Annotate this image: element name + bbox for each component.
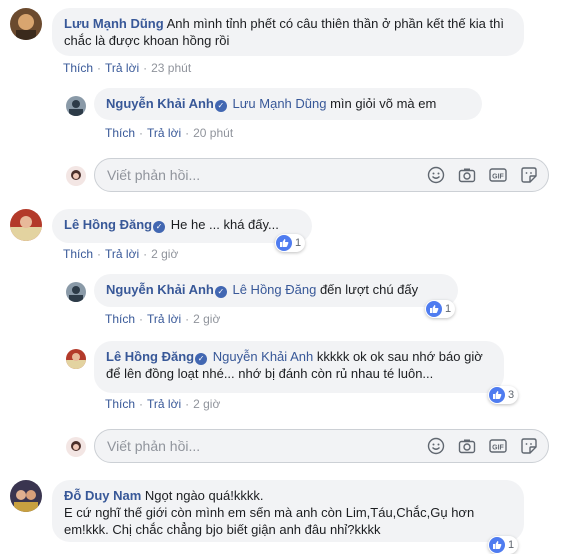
comment-author[interactable]: Nguyễn Khải Anh — [106, 282, 214, 297]
like-link[interactable]: Thích — [63, 247, 93, 261]
timestamp[interactable]: 2 giờ — [193, 397, 220, 411]
comment-bubble: Lê Hồng Đăng ✓ Nguyễn Khải Anh kkkkk ok o… — [94, 341, 504, 393]
avatar — [66, 437, 86, 457]
verified-badge-icon: ✓ — [195, 353, 208, 365]
like-reaction-icon — [276, 235, 292, 251]
like-link[interactable]: Thích — [105, 312, 135, 326]
timestamp[interactable]: 2 giờ — [151, 247, 178, 261]
comment-text: mìn giỏi võ mà em — [330, 96, 437, 111]
mention[interactable]: Nguyễn Khải Anh — [213, 349, 313, 364]
reply-link[interactable]: Trả lời — [105, 61, 139, 75]
comment-author[interactable]: Lưu Mạnh Dũng — [64, 16, 164, 31]
comment-author[interactable]: Lê Hồng Đăng — [64, 217, 152, 232]
like-reaction-icon — [426, 301, 442, 317]
comment-author[interactable]: Lê Hồng Đăng — [106, 349, 194, 364]
comment-bubble: Lưu Mạnh Dũng Anh mình tỉnh phết có câu … — [52, 8, 524, 56]
like-link[interactable]: Thích — [105, 126, 135, 140]
reply-composer[interactable]: Viết phản hồi... GIF — [94, 158, 549, 192]
like-reaction-icon — [489, 387, 505, 403]
avatar[interactable] — [66, 96, 86, 116]
comment-text: đến lượt chú đấy — [319, 282, 419, 297]
reaction-count[interactable]: 3 — [488, 386, 519, 404]
camera-icon[interactable] — [458, 437, 476, 455]
reaction-count[interactable]: 1 — [488, 536, 519, 554]
smiley-icon[interactable] — [427, 166, 445, 184]
reply-input[interactable]: Viết phản hồi... — [107, 167, 414, 183]
comment-actions: Thích · Trả lời · 2 giờ — [105, 312, 221, 326]
camera-icon[interactable] — [458, 166, 476, 184]
verified-badge-icon: ✓ — [214, 100, 227, 112]
comment-text: He he ... khá đấy... — [170, 217, 279, 232]
verified-badge-icon: ✓ — [153, 221, 166, 233]
timestamp[interactable]: 2 giờ — [193, 312, 220, 326]
like-link[interactable]: Thích — [63, 61, 93, 75]
verified-badge-icon: ✓ — [214, 286, 227, 298]
mention[interactable]: Lê Hồng Đăng — [232, 282, 316, 297]
comment-actions: Thích · Trả lời · 2 giờ — [63, 247, 179, 261]
comment-bubble: Nguyễn Khải Anh ✓ Lê Hồng Đăng đến lượt c… — [94, 274, 458, 307]
svg-text:GIF: GIF — [492, 445, 504, 452]
reply-link[interactable]: Trả lời — [147, 397, 181, 411]
comment-bubble: Nguyễn Khải Anh ✓ Lưu Mạnh Dũng mìn giỏi … — [94, 88, 482, 120]
comment-actions: Thích · Trả lời · 2 giờ — [105, 397, 221, 411]
gif-icon[interactable]: GIF — [489, 437, 507, 455]
reaction-count[interactable]: 1 — [275, 234, 306, 252]
reply-input[interactable]: Viết phản hồi... — [107, 438, 414, 454]
mention[interactable]: Lưu Mạnh Dũng — [232, 96, 326, 111]
reply-composer[interactable]: Viết phản hồi... GIF — [94, 429, 549, 463]
comment-text: E cứ nghĩ thế giới còn mình em sến mà an… — [64, 505, 475, 537]
comment-bubble: Lê Hồng Đăng ✓ He he ... khá đấy... — [52, 209, 312, 243]
smiley-icon[interactable] — [427, 437, 445, 455]
avatar[interactable] — [66, 349, 86, 369]
like-reaction-icon — [489, 537, 505, 553]
timestamp[interactable]: 20 phút — [193, 126, 233, 140]
gif-icon[interactable]: GIF — [489, 166, 507, 184]
avatar[interactable] — [10, 480, 42, 512]
svg-text:GIF: GIF — [492, 174, 504, 181]
reply-link[interactable]: Trả lời — [147, 312, 181, 326]
reply-link[interactable]: Trả lời — [105, 247, 139, 261]
avatar[interactable] — [66, 282, 86, 302]
reaction-count[interactable]: 1 — [425, 300, 456, 318]
avatar[interactable] — [10, 8, 42, 40]
avatar[interactable] — [10, 209, 42, 241]
sticker-icon[interactable] — [520, 166, 538, 184]
comment-actions: Thích · Trả lời · 23 phút — [63, 61, 192, 75]
avatar — [66, 166, 86, 186]
comment-bubble: Đỗ Duy Nam Ngọt ngào quá!kkkk. E cứ nghĩ… — [52, 480, 524, 542]
comment-actions: Thích · Trả lời · 20 phút — [105, 126, 234, 140]
comment-text: Ngọt ngào quá!kkkk. — [144, 488, 264, 503]
timestamp[interactable]: 23 phút — [151, 61, 191, 75]
comment-author[interactable]: Nguyễn Khải Anh — [106, 96, 214, 111]
like-link[interactable]: Thích — [105, 397, 135, 411]
reply-link[interactable]: Trả lời — [147, 126, 181, 140]
sticker-icon[interactable] — [520, 437, 538, 455]
comment-author[interactable]: Đỗ Duy Nam — [64, 488, 141, 503]
